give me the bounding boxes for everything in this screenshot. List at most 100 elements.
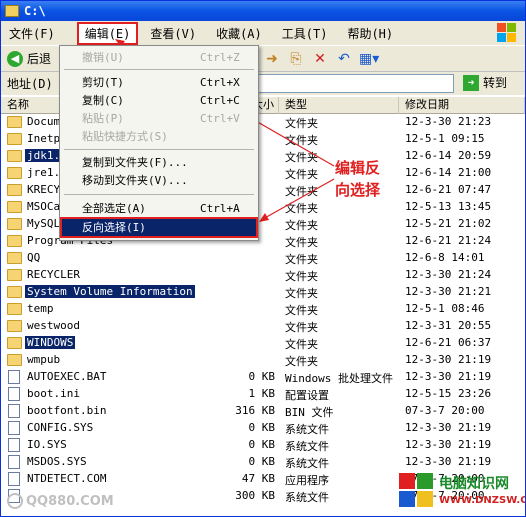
file-size: 1 KB bbox=[248, 387, 276, 400]
file-type: 系统文件 bbox=[285, 491, 329, 504]
file-row[interactable]: CONFIG.SYS 0 KB 系统文件 12-3-30 21:19 bbox=[1, 420, 525, 437]
menu-item-paste-shortcut[interactable]: 粘贴快捷方式(S) bbox=[62, 128, 256, 145]
file-icon bbox=[8, 387, 20, 401]
file-name: MSDOS.SYS bbox=[27, 455, 87, 468]
menu-item-select-all-shortcut: Ctrl+A bbox=[200, 202, 240, 215]
menu-item-move-to-folder[interactable]: 移动到文件夹(V)... bbox=[62, 172, 256, 189]
menu-view[interactable]: 查看(V) bbox=[148, 23, 198, 44]
menu-item-invert-selection[interactable]: 反向选择(I) bbox=[60, 217, 258, 238]
menu-tools[interactable]: 工具(T) bbox=[280, 23, 330, 44]
explorer-window: C:\ 文件(F) 编辑(E) 查看(V) 收藏(A) 工具(T) 帮助(H) … bbox=[0, 0, 526, 517]
menu-item-paste-shortcut: Ctrl+V bbox=[200, 112, 240, 125]
file-type: 文件夹 bbox=[285, 219, 318, 232]
menu-item-move-to-folder-label: 移动到文件夹(V)... bbox=[82, 174, 188, 187]
back-label: 后退 bbox=[27, 52, 52, 66]
folder-icon bbox=[7, 303, 22, 315]
address-input[interactable] bbox=[256, 74, 454, 93]
file-icon bbox=[8, 421, 20, 435]
go-label: 转到 bbox=[483, 76, 508, 90]
menu-edit[interactable]: 编辑(E) bbox=[76, 21, 139, 45]
file-date: 12-6-21 21:24 bbox=[405, 234, 492, 247]
file-type: 文件夹 bbox=[285, 202, 318, 215]
folder-icon bbox=[7, 269, 22, 281]
menu-bar: 文件(F) 编辑(E) 查看(V) 收藏(A) 工具(T) 帮助(H) bbox=[1, 21, 525, 45]
column-type[interactable]: 类型 bbox=[279, 97, 399, 114]
folder-icon bbox=[7, 167, 22, 179]
menu-item-copy-to-folder[interactable]: 复制到文件夹(F)... bbox=[62, 154, 256, 171]
menu-item-undo[interactable]: 撤销(U) Ctrl+Z bbox=[62, 49, 256, 66]
file-name: AUTOEXEC.BAT bbox=[27, 370, 107, 383]
back-button[interactable]: ◀ 后退 bbox=[7, 50, 51, 67]
file-type: 应用程序 bbox=[285, 474, 329, 487]
file-name: NTDETECT.COM bbox=[27, 472, 107, 485]
move-to-icon[interactable]: ➜ bbox=[263, 50, 281, 68]
file-row[interactable]: AUTOEXEC.BAT 0 KB Windows 批处理文件 12-3-30 21:… bbox=[1, 369, 525, 386]
go-button[interactable]: ➜ 转到 bbox=[463, 74, 507, 91]
column-modified[interactable]: 修改日期 bbox=[399, 97, 525, 114]
file-row[interactable]: westwood 文件夹 12-3-31 20:55 bbox=[1, 318, 525, 335]
windows-logo-icon bbox=[497, 23, 517, 43]
file-name: RECYCLER bbox=[27, 268, 80, 281]
file-date: 12-3-30 21:19 bbox=[405, 353, 492, 366]
file-date: 12-5-13 13:45 bbox=[405, 200, 492, 213]
folder-icon bbox=[7, 150, 22, 162]
address-label: 地址(D) bbox=[7, 77, 53, 91]
folder-icon bbox=[7, 337, 22, 349]
file-type: 文件夹 bbox=[285, 253, 318, 266]
menu-separator bbox=[64, 194, 254, 195]
file-date: 12-5-1 09:15 bbox=[405, 132, 485, 145]
menu-help[interactable]: 帮助(H) bbox=[345, 23, 395, 44]
file-size: 47 KB bbox=[241, 472, 275, 485]
menu-item-cut[interactable]: 剪切(T) Ctrl+X bbox=[62, 74, 256, 91]
menu-item-paste[interactable]: 粘贴(P) Ctrl+V bbox=[62, 110, 256, 127]
file-type: BIN 文件 bbox=[285, 406, 334, 419]
file-type: 文件夹 bbox=[285, 151, 318, 164]
file-name: MySQL bbox=[27, 217, 61, 230]
undo-icon[interactable]: ↶ bbox=[335, 50, 353, 68]
file-icon bbox=[8, 472, 20, 486]
menu-separator bbox=[64, 69, 254, 70]
folder-icon bbox=[7, 184, 22, 196]
menu-item-undo-label: 撤销(U) bbox=[82, 51, 124, 64]
file-row[interactable]: WINDOWS 文件夹 12-6-21 06:37 bbox=[1, 335, 525, 352]
file-row[interactable]: RECYCLER 文件夹 12-3-30 21:24 bbox=[1, 267, 525, 284]
file-row[interactable]: wmpub 文件夹 12-3-30 21:19 bbox=[1, 352, 525, 369]
file-date: 12-3-30 21:19 bbox=[405, 438, 492, 451]
copy-to-icon[interactable]: ⎘ bbox=[287, 50, 305, 68]
file-size: 0 KB bbox=[248, 421, 276, 434]
file-type: 文件夹 bbox=[285, 270, 318, 283]
views-icon[interactable]: ▦▾ bbox=[359, 50, 379, 68]
file-icon bbox=[8, 370, 20, 384]
folder-icon bbox=[7, 286, 22, 298]
file-type: 系统文件 bbox=[285, 457, 329, 470]
file-size: 0 KB bbox=[248, 455, 276, 468]
file-type: Windows 批处理文件 bbox=[285, 372, 393, 385]
menu-item-copy-to-folder-label: 复制到文件夹(F)... bbox=[82, 156, 188, 169]
file-type: 文件夹 bbox=[285, 304, 318, 317]
folder-icon bbox=[7, 218, 22, 230]
window-title: C:\ bbox=[24, 4, 46, 18]
file-row[interactable]: boot.ini 1 KB 配置设置 12-5-15 23:26 bbox=[1, 386, 525, 403]
file-row[interactable]: IO.SYS 0 KB 系统文件 12-3-30 21:19 bbox=[1, 437, 525, 454]
file-name: bootfont.bin bbox=[27, 404, 107, 417]
file-row[interactable]: bootfont.bin 316 KB BIN 文件 07-3-7 20:00 bbox=[1, 403, 525, 420]
folder-icon bbox=[7, 320, 22, 332]
menu-favorites[interactable]: 收藏(A) bbox=[214, 23, 264, 44]
file-icon bbox=[8, 455, 20, 469]
title-bar[interactable]: C:\ bbox=[1, 1, 525, 21]
file-date: 12-6-14 20:59 bbox=[405, 149, 492, 162]
file-row[interactable]: temp 文件夹 12-5-1 08:46 bbox=[1, 301, 525, 318]
menu-item-select-all[interactable]: 全部选定(A) Ctrl+A bbox=[62, 200, 256, 217]
menu-file[interactable]: 文件(F) bbox=[7, 23, 57, 44]
file-name: temp bbox=[27, 302, 54, 315]
file-date: 07-3-7 20:00 bbox=[405, 404, 485, 417]
file-row[interactable]: System Volume Information 文件夹 12-3-30 21:2… bbox=[1, 284, 525, 301]
file-row[interactable]: QQ 文件夹 12-6-8 14:01 bbox=[1, 250, 525, 267]
file-icon bbox=[8, 404, 20, 418]
folder-icon bbox=[7, 235, 22, 247]
annotation-callout: 编辑反 向选择 bbox=[335, 157, 380, 201]
menu-item-copy[interactable]: 复制(C) Ctrl+C bbox=[62, 92, 256, 109]
menu-separator bbox=[64, 149, 254, 150]
delete-icon[interactable]: ✕ bbox=[311, 50, 329, 68]
folder-icon bbox=[7, 252, 22, 264]
